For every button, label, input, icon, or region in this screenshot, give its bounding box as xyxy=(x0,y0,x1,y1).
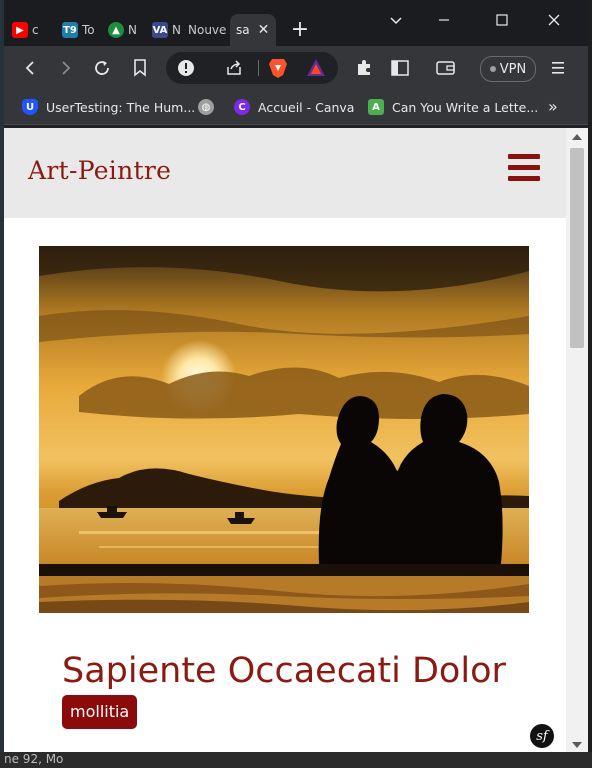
scroll-down-icon[interactable] xyxy=(572,742,582,748)
bookmark-can-you-write[interactable]: A Can You Write a Lette... xyxy=(368,97,538,117)
category-tag[interactable]: mollitia xyxy=(62,695,138,729)
forward-icon[interactable] xyxy=(54,56,78,80)
browser-window: ▶ c T9 To ▲ N VA N Nouve sa ✕ + VPN U Us… xyxy=(4,0,588,754)
reload-icon[interactable] xyxy=(90,56,114,80)
tab-youtube[interactable]: ▶ c xyxy=(4,14,54,46)
wallet-icon[interactable] xyxy=(434,56,458,80)
tab-label: To xyxy=(82,23,95,37)
symfony-icon[interactable]: sf xyxy=(530,724,554,748)
bookmark-usertesting[interactable]: U UserTesting: The Hum... xyxy=(22,97,195,117)
bookmarks-overflow-icon[interactable]: » xyxy=(548,97,558,116)
vpn-label: VPN xyxy=(499,61,527,77)
bookmark-canva[interactable]: C Accueil - Canva xyxy=(234,97,354,117)
tab-label: N xyxy=(128,23,137,37)
usertesting-icon: U xyxy=(22,99,38,115)
site-info-icon[interactable] xyxy=(174,56,198,80)
sidebar-icon[interactable] xyxy=(388,56,412,80)
desktop-status-text: ne 92, Mo xyxy=(4,752,64,766)
minimize-icon[interactable] xyxy=(432,10,456,34)
tab-va[interactable]: VA N xyxy=(144,14,188,46)
post-title[interactable]: Sapiente Occaecati Dolor xyxy=(62,651,506,691)
page-viewport: Art-Peintre Sapiente Occaecati Dolor mol… xyxy=(4,128,566,754)
extensions-icon[interactable] xyxy=(352,56,376,80)
close-icon[interactable]: ✕ xyxy=(258,22,270,38)
share-icon[interactable] xyxy=(222,56,246,80)
menu-icon[interactable] xyxy=(546,56,570,80)
new-tab-button[interactable]: + xyxy=(288,18,312,42)
bookmark-icon[interactable] xyxy=(128,56,152,80)
page-scrollbar[interactable] xyxy=(566,128,588,754)
back-icon[interactable] xyxy=(18,56,42,80)
site-header: Art-Peintre xyxy=(4,128,566,218)
vpn-status-dot xyxy=(489,66,496,72)
globe-icon: ◍ xyxy=(198,99,214,115)
desktop-taskbar-strip: ne 92, Mo xyxy=(0,752,592,768)
tab-label: c xyxy=(32,23,39,37)
canva-icon: C xyxy=(234,99,250,115)
brave-rewards-icon[interactable] xyxy=(304,56,328,80)
bookmark-label: Accueil - Canva xyxy=(258,99,355,115)
tab-strip: ▶ c T9 To ▲ N VA N Nouve sa ✕ + xyxy=(4,0,588,46)
tab-label: N xyxy=(172,23,181,37)
hero-image xyxy=(39,246,529,613)
scroll-up-icon[interactable] xyxy=(572,134,582,140)
drive-icon: ▲ xyxy=(108,22,124,38)
tab-search-chevron-icon[interactable] xyxy=(384,10,408,34)
vpn-button[interactable]: VPN xyxy=(480,56,536,82)
va-icon: VA xyxy=(152,22,168,38)
browser-toolbar: VPN xyxy=(4,46,588,90)
bookmark-label: UserTesting: The Hum... xyxy=(46,99,196,115)
tab-t9[interactable]: T9 To xyxy=(54,14,100,46)
close-window-icon[interactable] xyxy=(542,10,566,34)
site-brand[interactable]: Art-Peintre xyxy=(28,156,171,185)
bookmarks-bar: U UserTesting: The Hum... ◍ C Accueil - … xyxy=(4,90,588,125)
hamburger-menu-icon[interactable] xyxy=(508,154,540,184)
brave-shields-icon[interactable] xyxy=(266,56,290,80)
tab-nouveau[interactable]: Nouve xyxy=(188,14,230,46)
bookmark-globe[interactable]: ◍ xyxy=(198,97,214,117)
tab-drive[interactable]: ▲ N xyxy=(100,14,144,46)
tab-label: Nouve xyxy=(188,23,227,37)
toolbar-divider xyxy=(258,60,259,76)
maximize-icon[interactable] xyxy=(490,10,514,34)
bookmark-label: Can You Write a Lette... xyxy=(392,99,539,115)
t9-icon: T9 xyxy=(62,22,78,38)
tab-active[interactable]: sa ✕ xyxy=(230,14,276,46)
scrollbar-thumb[interactable] xyxy=(570,148,584,348)
a-icon: A xyxy=(368,99,384,115)
youtube-icon: ▶ xyxy=(12,22,28,38)
tab-label: sa xyxy=(236,23,250,37)
